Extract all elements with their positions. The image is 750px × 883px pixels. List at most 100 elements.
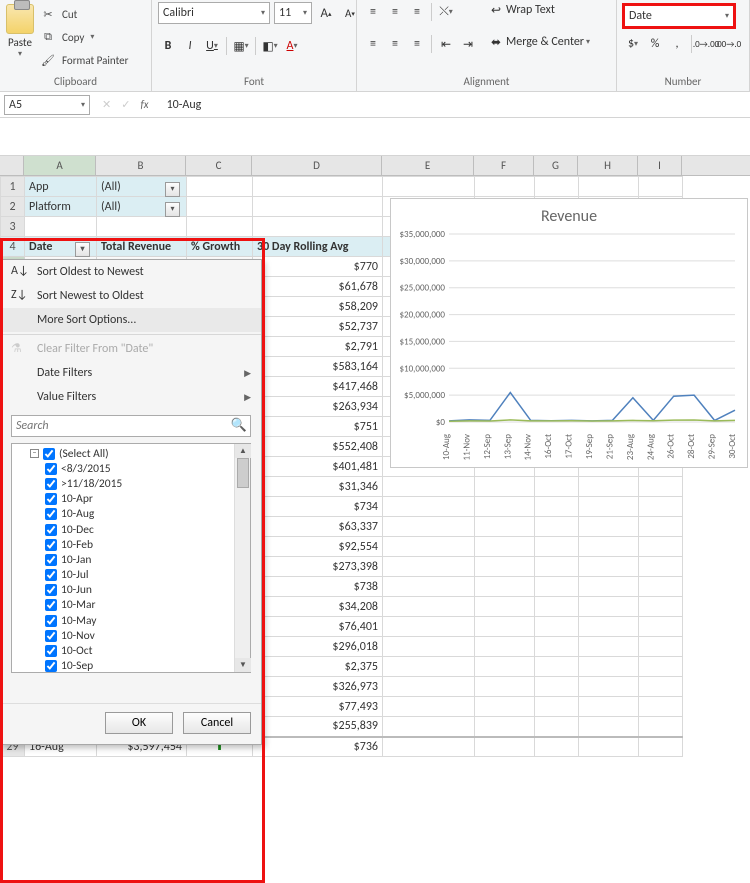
name-box[interactable]: A5 ▾ xyxy=(4,95,90,115)
cell[interactable] xyxy=(535,697,579,717)
percent-format-button[interactable]: % xyxy=(645,34,665,54)
bold-button[interactable]: B xyxy=(158,36,178,56)
cell[interactable] xyxy=(579,657,639,677)
align-top-button[interactable]: ≡ xyxy=(363,2,383,22)
filter-tree-item[interactable]: 10-Jul xyxy=(12,568,234,583)
cell[interactable] xyxy=(475,677,535,697)
cell[interactable] xyxy=(579,177,639,197)
select-all-corner[interactable] xyxy=(0,156,24,175)
filter-tree-item[interactable]: 10-Oct xyxy=(12,643,234,658)
cell[interactable] xyxy=(535,637,579,657)
cell[interactable] xyxy=(579,737,639,757)
col-header-e[interactable]: E xyxy=(382,156,474,175)
cell[interactable]: $2,791 xyxy=(253,337,383,357)
cell[interactable] xyxy=(383,617,475,637)
chevron-down-icon[interactable]: ▾ xyxy=(18,49,22,59)
paste-button[interactable]: Paste ▾ xyxy=(6,2,36,59)
cell[interactable] xyxy=(383,537,475,557)
cell[interactable] xyxy=(383,557,475,577)
cell[interactable] xyxy=(475,537,535,557)
formula-input[interactable]: 10-Aug xyxy=(157,98,750,112)
cell[interactable] xyxy=(253,217,383,237)
italic-button[interactable]: I xyxy=(180,36,200,56)
cell[interactable]: $77,493 xyxy=(253,697,383,717)
filter-checkbox[interactable] xyxy=(45,554,57,566)
cell[interactable]: $296,018 xyxy=(253,637,383,657)
cancel-formula-icon[interactable]: ✕ xyxy=(102,98,111,111)
cell[interactable] xyxy=(535,577,579,597)
row-header[interactable]: 3 xyxy=(1,217,25,237)
filter-tree-item[interactable]: 10-Nov xyxy=(12,628,234,643)
chevron-down-icon[interactable]: ▾ xyxy=(90,32,94,42)
col-header-g[interactable]: G xyxy=(534,156,578,175)
cell[interactable] xyxy=(579,637,639,657)
cell[interactable] xyxy=(639,617,683,637)
filter-checkbox[interactable] xyxy=(45,508,57,520)
value-filters[interactable]: Value Filters ▶ xyxy=(1,385,261,409)
cell[interactable] xyxy=(383,497,475,517)
cell[interactable] xyxy=(475,597,535,617)
filter-tree-item[interactable]: <8/3/2015 xyxy=(12,461,234,476)
col-header-h[interactable]: H xyxy=(578,156,638,175)
cell[interactable] xyxy=(639,637,683,657)
revenue-chart[interactable]: Revenue $0$5,000,000$10,000,000$15,000,0… xyxy=(390,198,748,468)
row-header[interactable]: 4 xyxy=(1,237,25,257)
number-format-select[interactable]: Date ▾ xyxy=(623,4,735,28)
cell[interactable]: $76,401 xyxy=(253,617,383,637)
cell[interactable] xyxy=(639,597,683,617)
cell[interactable]: (All)▾ xyxy=(97,197,187,217)
cell[interactable]: $401,481 xyxy=(253,457,383,477)
decrease-indent-button[interactable]: ⇤ xyxy=(436,34,456,54)
cell[interactable] xyxy=(639,177,683,197)
cell[interactable]: $52,737 xyxy=(253,317,383,337)
filter-tree-item[interactable]: 10-Feb xyxy=(12,537,234,552)
cell[interactable] xyxy=(383,637,475,657)
cell[interactable] xyxy=(579,717,639,737)
cell[interactable] xyxy=(535,517,579,537)
cell[interactable] xyxy=(535,477,579,497)
cell[interactable] xyxy=(475,697,535,717)
align-left-button[interactable]: ≡ xyxy=(363,34,383,54)
filter-checkbox[interactable] xyxy=(45,630,57,642)
col-header-b[interactable]: B xyxy=(96,156,186,175)
comma-format-button[interactable]: , xyxy=(667,34,687,54)
cell[interactable] xyxy=(535,737,579,757)
cell[interactable]: $92,554 xyxy=(253,537,383,557)
cell[interactable] xyxy=(187,217,253,237)
cell[interactable] xyxy=(97,217,187,237)
borders-button[interactable]: ▦▾ xyxy=(231,36,251,56)
cell[interactable] xyxy=(475,557,535,577)
ok-button[interactable]: OK xyxy=(105,712,173,734)
cell[interactable] xyxy=(639,477,683,497)
filter-checkbox[interactable] xyxy=(45,584,57,596)
increase-font-button[interactable]: A▴ xyxy=(316,3,336,23)
cell[interactable] xyxy=(579,517,639,537)
cell[interactable] xyxy=(383,737,475,757)
cell[interactable]: $326,973 xyxy=(253,677,383,697)
font-size-select[interactable]: 11 ▾ xyxy=(274,2,312,24)
cell[interactable] xyxy=(383,177,475,197)
decrease-decimal-button[interactable]: .00→.0 xyxy=(718,34,738,54)
cell[interactable]: Platform xyxy=(25,197,97,217)
cell[interactable] xyxy=(639,537,683,557)
cell[interactable] xyxy=(475,477,535,497)
cancel-button[interactable]: Cancel xyxy=(183,712,251,734)
filter-checkbox[interactable] xyxy=(45,478,57,490)
cell[interactable] xyxy=(579,677,639,697)
cell[interactable] xyxy=(579,597,639,617)
cell[interactable] xyxy=(187,197,253,217)
cell[interactable]: $58,209 xyxy=(253,297,383,317)
cell[interactable] xyxy=(579,477,639,497)
filter-checkbox[interactable] xyxy=(45,615,57,627)
cell[interactable] xyxy=(535,557,579,577)
cell[interactable] xyxy=(639,657,683,677)
filter-tree-item[interactable]: 10-Jun xyxy=(12,583,234,598)
scroll-down-icon[interactable]: ▼ xyxy=(235,658,251,672)
merge-center-button[interactable]: ⬌ Merge & Center ▾ xyxy=(488,34,590,50)
cell[interactable]: Total Revenue xyxy=(97,237,187,257)
fill-color-button[interactable]: ◧▾ xyxy=(260,36,280,56)
cell[interactable] xyxy=(535,177,579,197)
increase-indent-button[interactable]: ⇥ xyxy=(458,34,478,54)
orientation-button[interactable]: ⤬▾ xyxy=(436,2,456,22)
cell[interactable] xyxy=(579,577,639,597)
